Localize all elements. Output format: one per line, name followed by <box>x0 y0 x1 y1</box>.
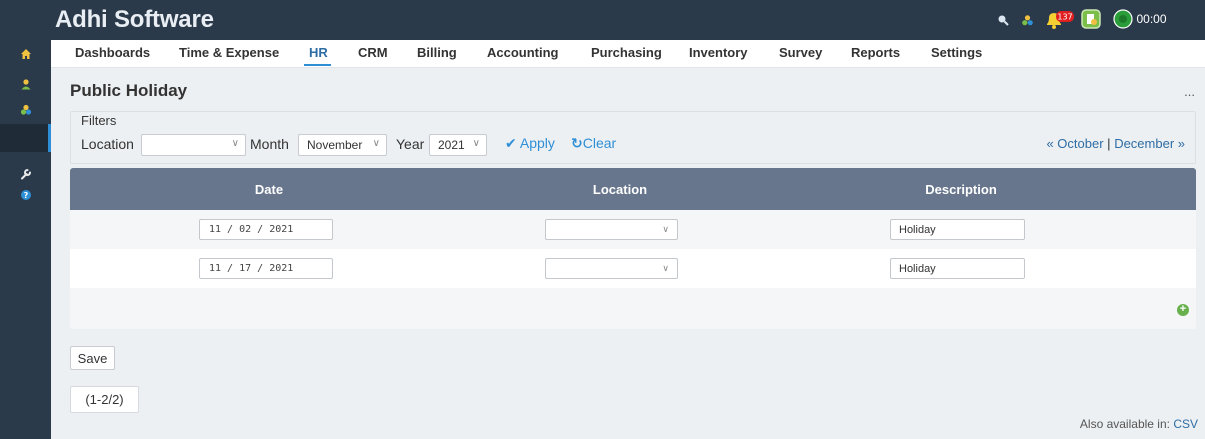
description-input[interactable]: Holiday <box>890 219 1025 240</box>
menu-accounting[interactable]: Accounting <box>487 45 559 60</box>
location-select[interactable]: ∨ <box>545 219 678 240</box>
month-filter-label: Month <box>250 136 289 152</box>
menu-purchasing[interactable]: Purchasing <box>591 45 662 60</box>
more-options-button[interactable]: ... <box>1184 84 1195 99</box>
next-month-link[interactable]: December » <box>1114 136 1185 151</box>
holiday-grid: Date Location Description 11 / 02 / 2021… <box>70 168 1196 329</box>
top-bar: Adhi Software 137 00:00 <box>51 0 1205 40</box>
check-icon: ✔ <box>505 135 517 151</box>
home-icon[interactable] <box>0 42 51 66</box>
notification-count: 137 <box>1057 13 1072 22</box>
timesheet-icon[interactable] <box>1081 9 1101 29</box>
grid-footer <box>70 288 1196 329</box>
main-content: Public Holiday ... Filters Location ∨ Mo… <box>51 68 1205 439</box>
location-filter-select[interactable]: ∨ <box>141 134 246 156</box>
date-input[interactable]: 11 / 17 / 2021 <box>199 258 333 279</box>
clear-filter-button[interactable]: ↻Clear <box>571 135 616 152</box>
menu-active-underline <box>304 64 331 66</box>
chevron-down-icon: ∨ <box>662 224 669 234</box>
clock-timer[interactable]: 00:00 <box>1105 9 1175 29</box>
add-row-icon[interactable]: + <box>1177 304 1189 316</box>
apply-label: Apply <box>519 135 555 151</box>
grid-header: Date Location Description <box>70 168 1196 210</box>
menu-survey[interactable]: Survey <box>779 45 822 60</box>
year-filter-label: Year <box>396 136 425 152</box>
apply-filter-button[interactable]: ✔ Apply <box>505 135 555 152</box>
clear-label: Clear <box>582 135 617 151</box>
prev-month-link[interactable]: « October <box>1046 136 1103 151</box>
svg-text:?: ? <box>23 191 28 200</box>
location-filter-label: Location <box>81 136 134 152</box>
location-select[interactable]: ∨ <box>545 258 678 279</box>
page-title: Public Holiday <box>70 81 188 100</box>
user-icon[interactable] <box>0 72 51 96</box>
menu-settings[interactable]: Settings <box>931 45 982 60</box>
menu-inventory[interactable]: Inventory <box>689 45 748 60</box>
timer-text: 00:00 <box>1136 12 1167 26</box>
column-header-description: Description <box>925 182 997 197</box>
chevron-down-icon: ∨ <box>372 138 380 149</box>
main-menu: Dashboards Time & Expense HR CRM Billing… <box>51 40 1205 68</box>
table-row: 11 / 17 / 2021 ∨ Holiday <box>70 249 1196 288</box>
sidebar: ? <box>0 0 51 439</box>
chevron-down-icon: ∨ <box>662 263 669 273</box>
help-icon[interactable]: ? <box>0 183 51 207</box>
month-nav-separator: | <box>1107 136 1111 151</box>
csv-export-link[interactable]: CSV <box>1173 417 1198 431</box>
menu-crm[interactable]: CRM <box>358 45 388 60</box>
network-icon[interactable] <box>1019 11 1035 29</box>
menu-billing[interactable]: Billing <box>417 45 457 60</box>
app-title: Adhi Software <box>55 6 214 33</box>
column-header-date: Date <box>254 182 284 197</box>
menu-reports[interactable]: Reports <box>851 45 900 60</box>
search-icon[interactable] <box>995 11 1011 29</box>
refresh-icon: ↻ <box>571 135 583 151</box>
save-button[interactable]: Save <box>70 346 115 370</box>
notification-bell-icon[interactable]: 137 <box>1044 11 1078 29</box>
column-header-location: Location <box>592 182 648 197</box>
year-filter-value: 2021 <box>438 138 465 152</box>
menu-hr[interactable]: HR <box>309 45 328 60</box>
pagination-info: (1-2/2) <box>70 386 139 413</box>
export-links: Also available in: CSV <box>1080 417 1198 431</box>
sidebar-active-indicator[interactable] <box>0 124 51 152</box>
month-navigation: « October | December » <box>1046 136 1185 151</box>
filters-panel: Filters Location ∨ Month November ∨ Year… <box>70 111 1196 164</box>
table-row: 11 / 02 / 2021 ∨ Holiday <box>70 210 1196 249</box>
menu-time-expense[interactable]: Time & Expense <box>179 45 279 60</box>
filters-legend: Filters <box>81 113 117 128</box>
description-input[interactable]: Holiday <box>890 258 1025 279</box>
menu-dashboards[interactable]: Dashboards <box>75 45 150 60</box>
also-available-label: Also available in: <box>1079 417 1170 431</box>
chevron-down-icon: ∨ <box>231 138 239 149</box>
month-filter-select[interactable]: November ∨ <box>298 134 387 156</box>
group-icon[interactable] <box>0 98 51 122</box>
month-filter-value: November <box>307 138 363 152</box>
date-input[interactable]: 11 / 02 / 2021 <box>199 219 333 240</box>
chevron-down-icon: ∨ <box>472 138 480 149</box>
year-filter-select[interactable]: 2021 ∨ <box>429 134 487 156</box>
